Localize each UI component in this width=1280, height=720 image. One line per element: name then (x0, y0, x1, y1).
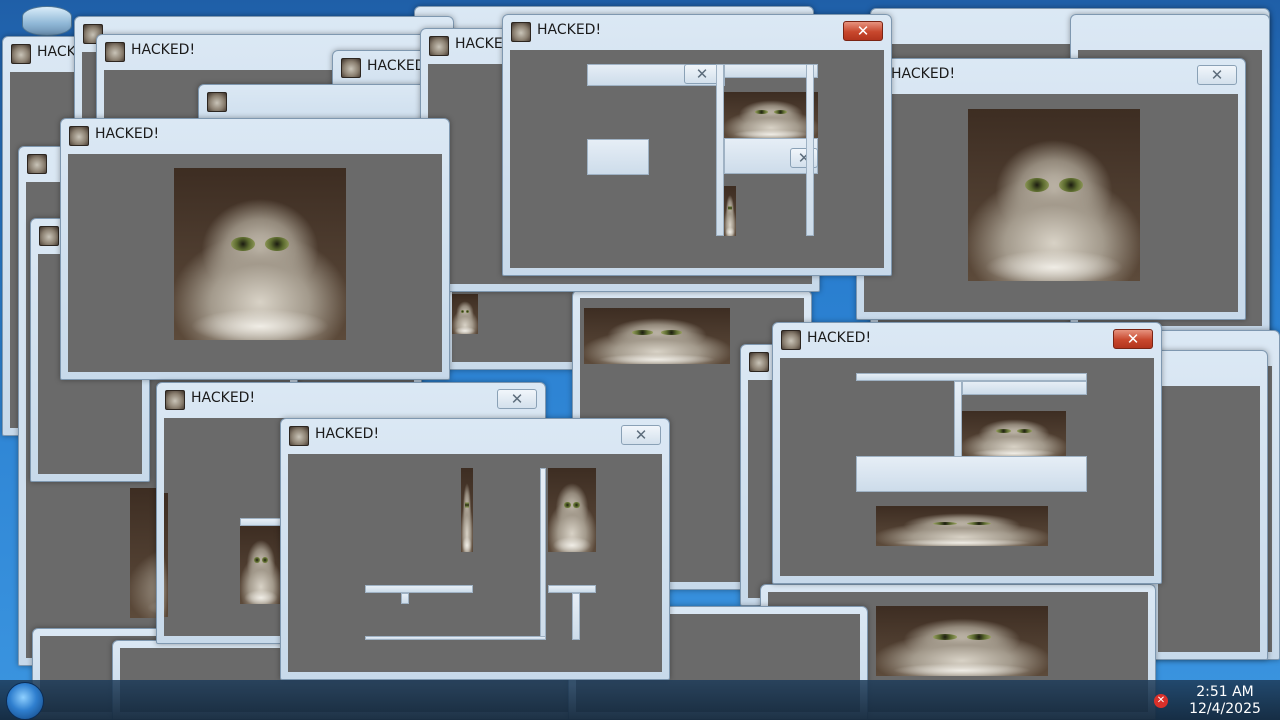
glitch-fragment (724, 64, 818, 78)
close-button[interactable]: ✕ (621, 425, 661, 445)
window-content: ✕ ✕ (510, 50, 884, 268)
cat-photo (724, 92, 818, 138)
popup-window[interactable]: HACKED! ✕ (280, 418, 670, 680)
windows-start-orb-icon[interactable] (6, 682, 44, 720)
title-bar[interactable]: HACKED! ✕ (157, 383, 545, 413)
cat-face-icon (165, 390, 185, 410)
window-title: HACKED! (537, 22, 602, 38)
cat-face-icon (207, 92, 227, 112)
glitch-fragment (587, 139, 649, 175)
window-content (864, 94, 1238, 312)
window-content (452, 288, 576, 362)
window-title: HACKED! (191, 390, 256, 406)
window-title: HACKED! (315, 426, 380, 442)
cat-photo (452, 294, 478, 334)
window-title: HACKED! (891, 66, 956, 82)
glitch-fragment (548, 585, 596, 593)
cat-photo (164, 493, 168, 617)
clock-time: 2:51 AM (1196, 684, 1254, 700)
popup-window[interactable]: HACKED! ✕ ✕ ✕ (502, 14, 892, 276)
title-bar[interactable]: HACKED! ✕ (857, 59, 1245, 89)
desktop: ✕ HACKED! HACKED! HAC (0, 0, 1280, 720)
cat-face-icon (781, 330, 801, 350)
title-bar[interactable]: HACKED! ✕ (773, 323, 1161, 353)
cat-photo (240, 526, 282, 604)
title-bar[interactable] (1151, 351, 1267, 381)
cat-face-icon (27, 154, 47, 174)
glitch-fragment (856, 456, 1087, 492)
glitch-fragment (540, 468, 546, 640)
title-bar[interactable] (199, 85, 437, 115)
red-x-alert-icon[interactable]: ✕ (1154, 694, 1168, 708)
close-button[interactable]: ✕ (1197, 65, 1237, 85)
window-content (68, 154, 442, 372)
cat-face-icon (511, 22, 531, 42)
cat-photo (876, 506, 1048, 546)
popup-window[interactable]: HACKED! ✕ (856, 58, 1246, 320)
cat-face-icon (69, 126, 89, 146)
popup-window[interactable] (444, 280, 584, 370)
window-content (1158, 386, 1260, 652)
cat-photo (724, 186, 736, 236)
glitch-fragment (240, 518, 282, 526)
window-content (288, 454, 662, 672)
popup-window[interactable] (1150, 350, 1268, 660)
glitch-fragment (716, 64, 724, 236)
window-title: HACKED! (131, 42, 196, 58)
cat-photo (174, 168, 346, 340)
glitch-fragment (365, 585, 473, 593)
glitch-fragment (572, 593, 580, 640)
close-button[interactable]: ✕ (684, 64, 720, 84)
cat-photo (584, 308, 730, 364)
title-bar[interactable] (1071, 15, 1269, 45)
cat-face-icon (39, 226, 59, 246)
taskbar: ✕ 2:51 AM 12/4/2025 (0, 680, 1280, 720)
title-bar[interactable]: HACKED! (61, 119, 449, 149)
cat-face-icon (289, 426, 309, 446)
cat-photo (876, 606, 1048, 676)
close-button[interactable]: ✕ (1113, 329, 1153, 349)
window-title: HACKED! (95, 126, 160, 142)
cat-face-icon (749, 352, 769, 372)
glitch-fragment (365, 636, 546, 640)
glitch-fragment (856, 373, 1087, 381)
close-button[interactable]: ✕ (497, 389, 537, 409)
popup-window[interactable]: HACKED! ✕ (772, 322, 1162, 584)
title-bar[interactable]: HACKED! ✕ (503, 15, 891, 45)
glitch-fragment (954, 381, 962, 457)
cat-face-icon (429, 36, 449, 56)
cat-face-icon (105, 42, 125, 62)
system-clock[interactable]: 2:51 AM 12/4/2025 (1180, 684, 1270, 718)
glitch-fragment (401, 593, 409, 604)
window-title: HACKED! (807, 330, 872, 346)
cat-photo (962, 411, 1066, 457)
window-content (780, 358, 1154, 576)
glitch-fragment (806, 64, 814, 236)
close-button[interactable]: ✕ (843, 21, 883, 41)
title-bar[interactable]: HACKED! ✕ (281, 419, 669, 449)
cat-photo (461, 468, 473, 552)
cat-photo (548, 468, 596, 552)
cat-face-icon (11, 44, 31, 64)
recycle-bin-icon[interactable] (22, 6, 72, 36)
cat-face-icon (341, 58, 361, 78)
popup-window[interactable]: HACKED! (60, 118, 450, 380)
glitch-fragment (962, 381, 1087, 395)
clock-date: 12/4/2025 (1189, 701, 1261, 717)
cat-photo (968, 109, 1140, 281)
